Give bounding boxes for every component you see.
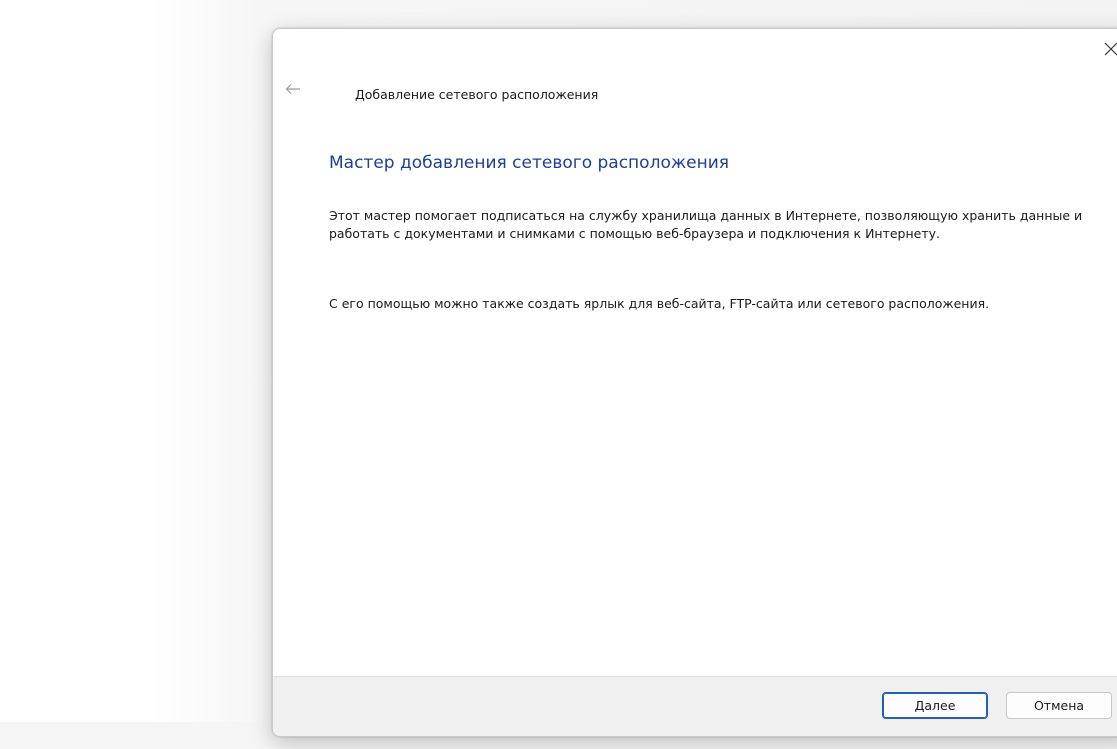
window-title: Добавление сетевого расположения <box>355 87 599 102</box>
close-button[interactable] <box>1091 33 1117 65</box>
wizard-description: Этот мастер помогает подписаться на служ… <box>329 208 1083 241</box>
wizard-heading: Мастер добавления сетевого расположения <box>329 153 730 173</box>
dialog-footer: Далее Отмена <box>273 676 1117 736</box>
add-network-location-dialog: Добавление сетевого расположения Мастер … <box>272 28 1117 737</box>
wizard-shortcut-description: С его помощью можно также создать ярлык … <box>329 296 990 311</box>
back-button[interactable] <box>279 75 307 103</box>
next-button[interactable]: Далее <box>882 692 988 719</box>
close-icon <box>1104 42 1117 56</box>
back-arrow-icon <box>285 84 300 94</box>
cancel-button[interactable]: Отмена <box>1006 692 1112 719</box>
